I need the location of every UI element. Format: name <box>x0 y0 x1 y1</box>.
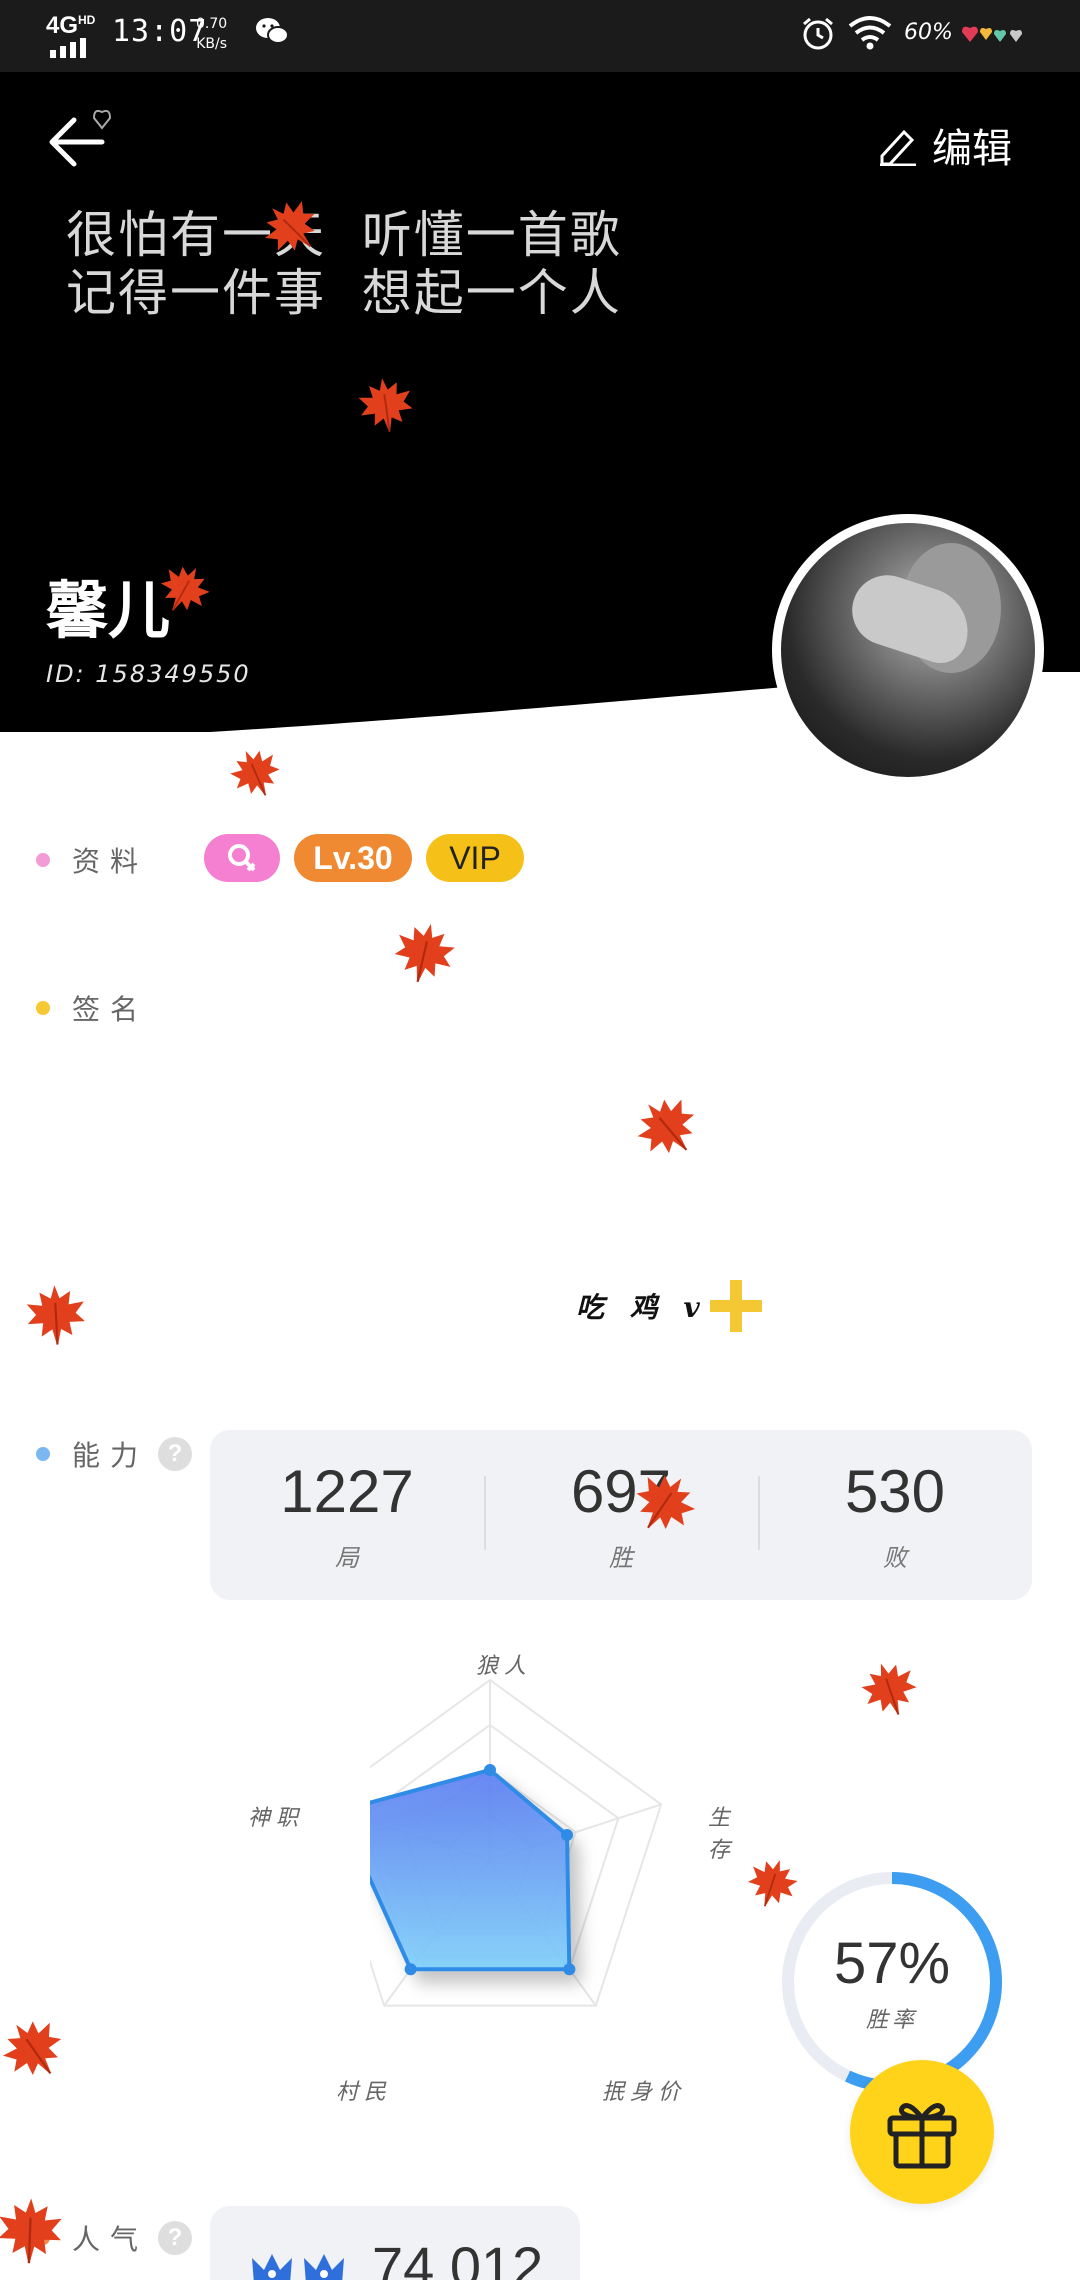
stat-value: 530 <box>844 1458 946 1525</box>
maple-leaf-icon <box>21 1279 91 1353</box>
radar-label-top: 狼人 <box>476 1654 533 1679</box>
popularity-value: 74,012 <box>372 2235 544 2280</box>
ability-radar: 狼人 生存 抿身价 村民 神职 <box>230 1640 750 2105</box>
female-icon <box>228 844 256 872</box>
stat-label: 胜 <box>609 1544 633 1572</box>
gift-icon <box>887 2103 957 2169</box>
avatar[interactable] <box>772 514 1044 786</box>
ability-help-icon[interactable]: ? <box>158 1437 193 1471</box>
level-badge: Lv.30 <box>294 834 412 882</box>
maple-leaf-icon <box>0 2002 81 2098</box>
crown-icon <box>252 2254 292 2280</box>
info-section-label: 资料 <box>36 840 148 880</box>
wifi-icon <box>848 16 892 50</box>
speed-value: 0.70 <box>196 16 228 32</box>
radar-label-bottom-right: 抿身价 <box>602 2080 687 2105</box>
signature-text: 吃 鸡 v <box>576 1278 764 1334</box>
gift-button[interactable] <box>850 2060 994 2204</box>
maple-leaf-icon <box>384 912 464 995</box>
background-quote: 很怕有一天 听懂一首歌 记得一件事 想起一个人 <box>66 206 622 322</box>
signature-value: 吃 鸡 v <box>576 1291 708 1324</box>
signature-label: 签名 <box>72 993 149 1026</box>
radar-point <box>561 1828 574 1841</box>
info-dot <box>36 853 50 867</box>
crown-row <box>250 2250 346 2280</box>
info-label: 资料 <box>72 845 149 878</box>
radar-label-right: 生存 <box>708 1806 737 1863</box>
winrate-value: 57% <box>833 1931 951 1996</box>
edit-pencil-icon <box>880 129 916 166</box>
clock: 13:07 <box>112 14 208 49</box>
popularity-help-icon[interactable]: ? <box>158 2221 193 2255</box>
crown-icon <box>304 2254 344 2280</box>
gender-badge <box>204 834 280 882</box>
radar-label-left: 神职 <box>248 1806 305 1831</box>
network-type: 4G <box>46 12 79 39</box>
winrate-label: 胜率 <box>865 2008 918 2033</box>
stat-games: 1227 局 <box>210 1430 484 1600</box>
back-arrow-icon[interactable] <box>46 104 116 174</box>
stat-label: 败 <box>883 1544 907 1572</box>
user-id: ID: 158349550 <box>46 660 251 688</box>
avatar-photo <box>781 523 1035 777</box>
radar-point <box>484 1764 496 1776</box>
winrate-ring: 57% 胜率 <box>778 1868 1006 2096</box>
edit-label: 编辑 <box>932 126 1012 172</box>
wechat-icon <box>256 18 289 44</box>
radar-point <box>404 1963 417 1976</box>
popularity-card: 74,012 <box>210 2206 580 2280</box>
ability-label: 能力 <box>72 1439 149 1472</box>
radar-area <box>336 1767 572 1972</box>
signature-section-label: 签名 <box>36 988 148 1028</box>
stat-label: 局 <box>335 1544 359 1572</box>
stat-losses: 530 败 <box>758 1430 1032 1600</box>
radar-label-bottom-left: 村民 <box>336 2080 393 2105</box>
network-hd: HD <box>78 13 96 27</box>
network-speed: 0.70 KB/s <box>196 14 227 54</box>
battery-level: 60% <box>904 20 953 45</box>
vip-badge: VIP <box>426 834 524 882</box>
signal-icon <box>50 38 86 58</box>
maple-leaf-icon <box>352 370 420 442</box>
edit-button[interactable]: 编辑 <box>876 116 1012 174</box>
status-bar: 4GHD 13:07 0.70 KB/s 60% <box>0 0 1080 72</box>
speed-unit: KB/s <box>196 36 227 52</box>
ability-section-label: 能力 ? <box>36 1434 193 1474</box>
maple-leaf-icon <box>220 737 293 812</box>
ability-dot <box>36 1447 50 1461</box>
hearts-icon <box>962 26 1022 42</box>
stat-value: 1227 <box>280 1458 414 1525</box>
network-indicator: 4GHD <box>46 12 95 40</box>
radar-point <box>563 1963 576 1976</box>
maple-leaf-icon <box>620 1080 716 1176</box>
badge-row: Lv.30 VIP <box>204 834 524 882</box>
alarm-icon <box>803 17 833 50</box>
signature-dot <box>36 1001 50 1015</box>
plus-cross-icon <box>709 1280 762 1332</box>
popularity-label: 人气 <box>72 2223 149 2256</box>
maple-leaf-icon <box>0 2192 67 2271</box>
